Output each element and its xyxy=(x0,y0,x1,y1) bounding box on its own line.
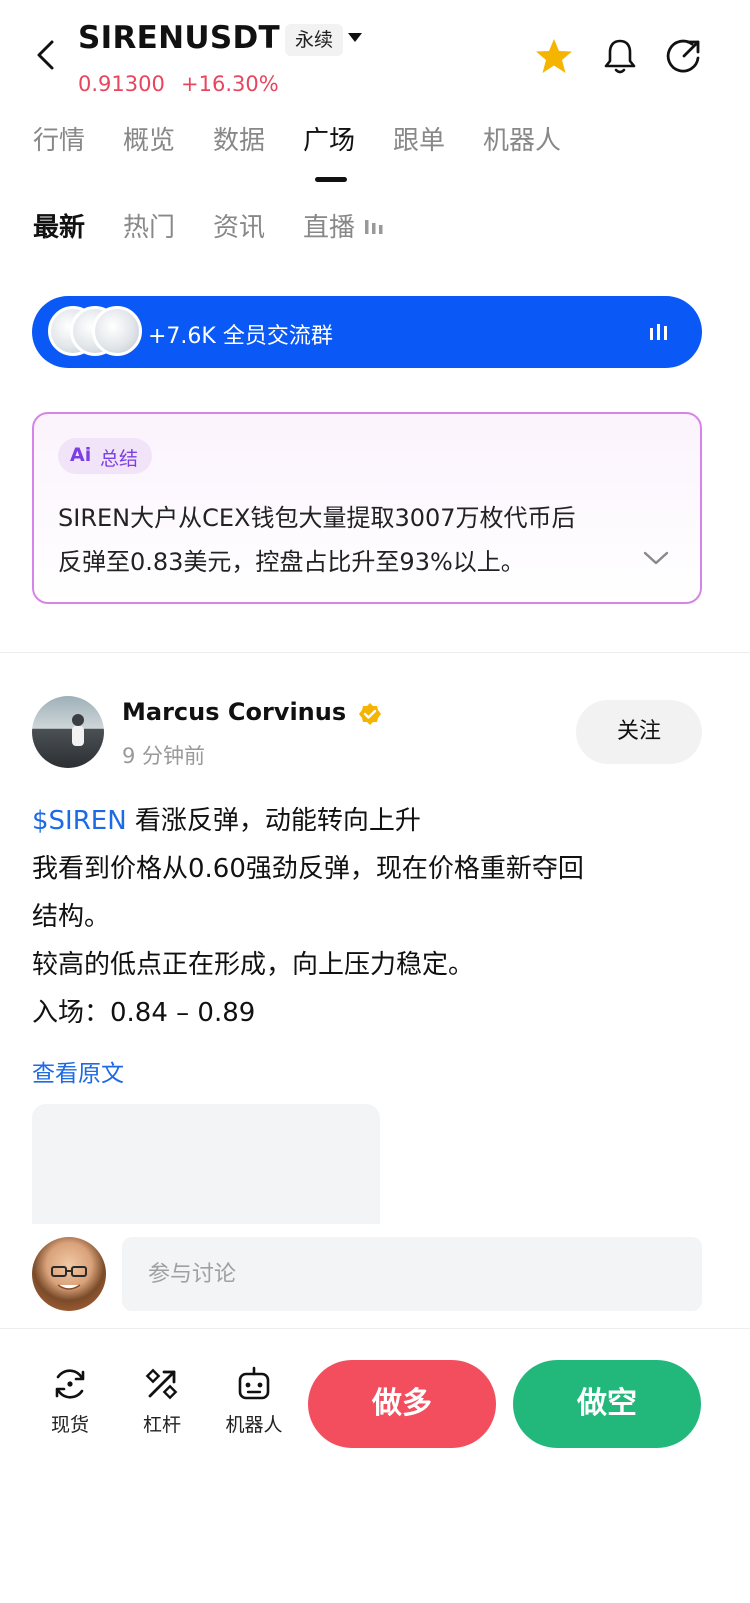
bell-icon[interactable] xyxy=(600,36,640,76)
leverage-button[interactable]: 杠杆 xyxy=(122,1364,202,1437)
contract-type-badge[interactable]: 永续 xyxy=(285,24,344,56)
subtab-hot[interactable]: 热门 xyxy=(123,207,175,244)
tab-bots[interactable]: 机器人 xyxy=(483,120,561,157)
robot-icon xyxy=(238,1366,270,1400)
author-avatar[interactable] xyxy=(32,696,104,768)
ai-summary-badge: Ai 总结 xyxy=(58,438,152,474)
tab-market[interactable]: 行情 xyxy=(33,120,85,157)
share-icon[interactable] xyxy=(664,36,704,76)
subtab-news[interactable]: 资讯 xyxy=(213,207,265,244)
tab-overview[interactable]: 概览 xyxy=(123,120,175,157)
ai-summary-line: SIREN大户从CEX钱包大量提取3007万枚代币后 xyxy=(58,504,576,532)
price-change: +16.30% xyxy=(181,72,279,96)
spot-button[interactable]: 现货 xyxy=(30,1364,110,1437)
person-silhouette-icon xyxy=(72,714,84,746)
tab-square[interactable]: 广场 xyxy=(303,120,355,157)
subtab-latest[interactable]: 最新 xyxy=(33,207,85,244)
main-tabs: 行情 概览 数据 广场 跟单 机器人 xyxy=(0,120,750,170)
my-avatar[interactable] xyxy=(32,1237,106,1311)
cashtag-link[interactable]: $SIREN xyxy=(32,806,127,836)
post-media-placeholder[interactable] xyxy=(32,1104,380,1224)
post-body-line: 结构。 xyxy=(32,902,111,932)
post-headline: $SIREN 看涨反弹，动能转向上升 xyxy=(32,800,421,837)
favorite-star-icon[interactable] xyxy=(534,36,574,76)
ai-logo-icon: Ai xyxy=(70,444,92,466)
active-tab-indicator xyxy=(315,177,347,182)
tab-data[interactable]: 数据 xyxy=(213,120,265,157)
view-original-link[interactable]: 查看原文 xyxy=(32,1054,124,1088)
author-name[interactable]: Marcus Corvinus xyxy=(122,698,346,726)
short-button[interactable]: 做空 xyxy=(513,1360,701,1448)
verified-badge-icon xyxy=(359,703,381,725)
last-price: 0.91300 xyxy=(78,72,165,96)
bottom-divider xyxy=(0,1328,750,1329)
post-time: 9 分钟前 xyxy=(122,744,206,768)
leverage-icon xyxy=(145,1368,178,1400)
post-body-line: 我看到价格从0.60强劲反弹，现在价格重新夺回 xyxy=(32,854,584,884)
spot-label: 现货 xyxy=(50,1414,89,1436)
leverage-label: 杠杆 xyxy=(142,1414,181,1436)
subtab-live[interactable]: 直播 xyxy=(303,207,355,244)
ai-summary-label: 总结 xyxy=(100,448,139,470)
spot-icon xyxy=(55,1369,85,1399)
section-divider xyxy=(0,652,750,653)
ai-summary-line: 反弹至0.83美元，控盘占比升至93%以上。 xyxy=(58,548,525,576)
symbol-title[interactable]: SIRENUSDT xyxy=(78,20,280,56)
live-bars-icon xyxy=(365,220,383,234)
avatar xyxy=(92,306,142,356)
post-headline-text: 看涨反弹，动能转向上升 xyxy=(126,806,421,836)
post-body-line: 较高的低点正在形成，向上压力稳定。 xyxy=(32,950,475,980)
face-icon xyxy=(51,1266,87,1290)
long-button[interactable]: 做多 xyxy=(308,1360,496,1448)
chevron-down-icon[interactable] xyxy=(642,548,670,568)
follow-button[interactable]: 关注 xyxy=(576,700,702,764)
comment-input[interactable] xyxy=(122,1237,702,1311)
group-chat-label: +7.6K 全员交流群 xyxy=(148,324,333,349)
member-avatars xyxy=(48,306,148,358)
symbol-dropdown-caret-icon[interactable] xyxy=(348,33,362,42)
bot-label: 机器人 xyxy=(225,1414,283,1436)
back-arrow-icon[interactable] xyxy=(30,38,64,72)
audio-bars-icon xyxy=(650,324,667,340)
post-body-line: 入场：0.84 – 0.89 xyxy=(32,998,256,1028)
bot-button[interactable]: 机器人 xyxy=(214,1364,294,1437)
tab-copy-trading[interactable]: 跟单 xyxy=(393,120,445,157)
